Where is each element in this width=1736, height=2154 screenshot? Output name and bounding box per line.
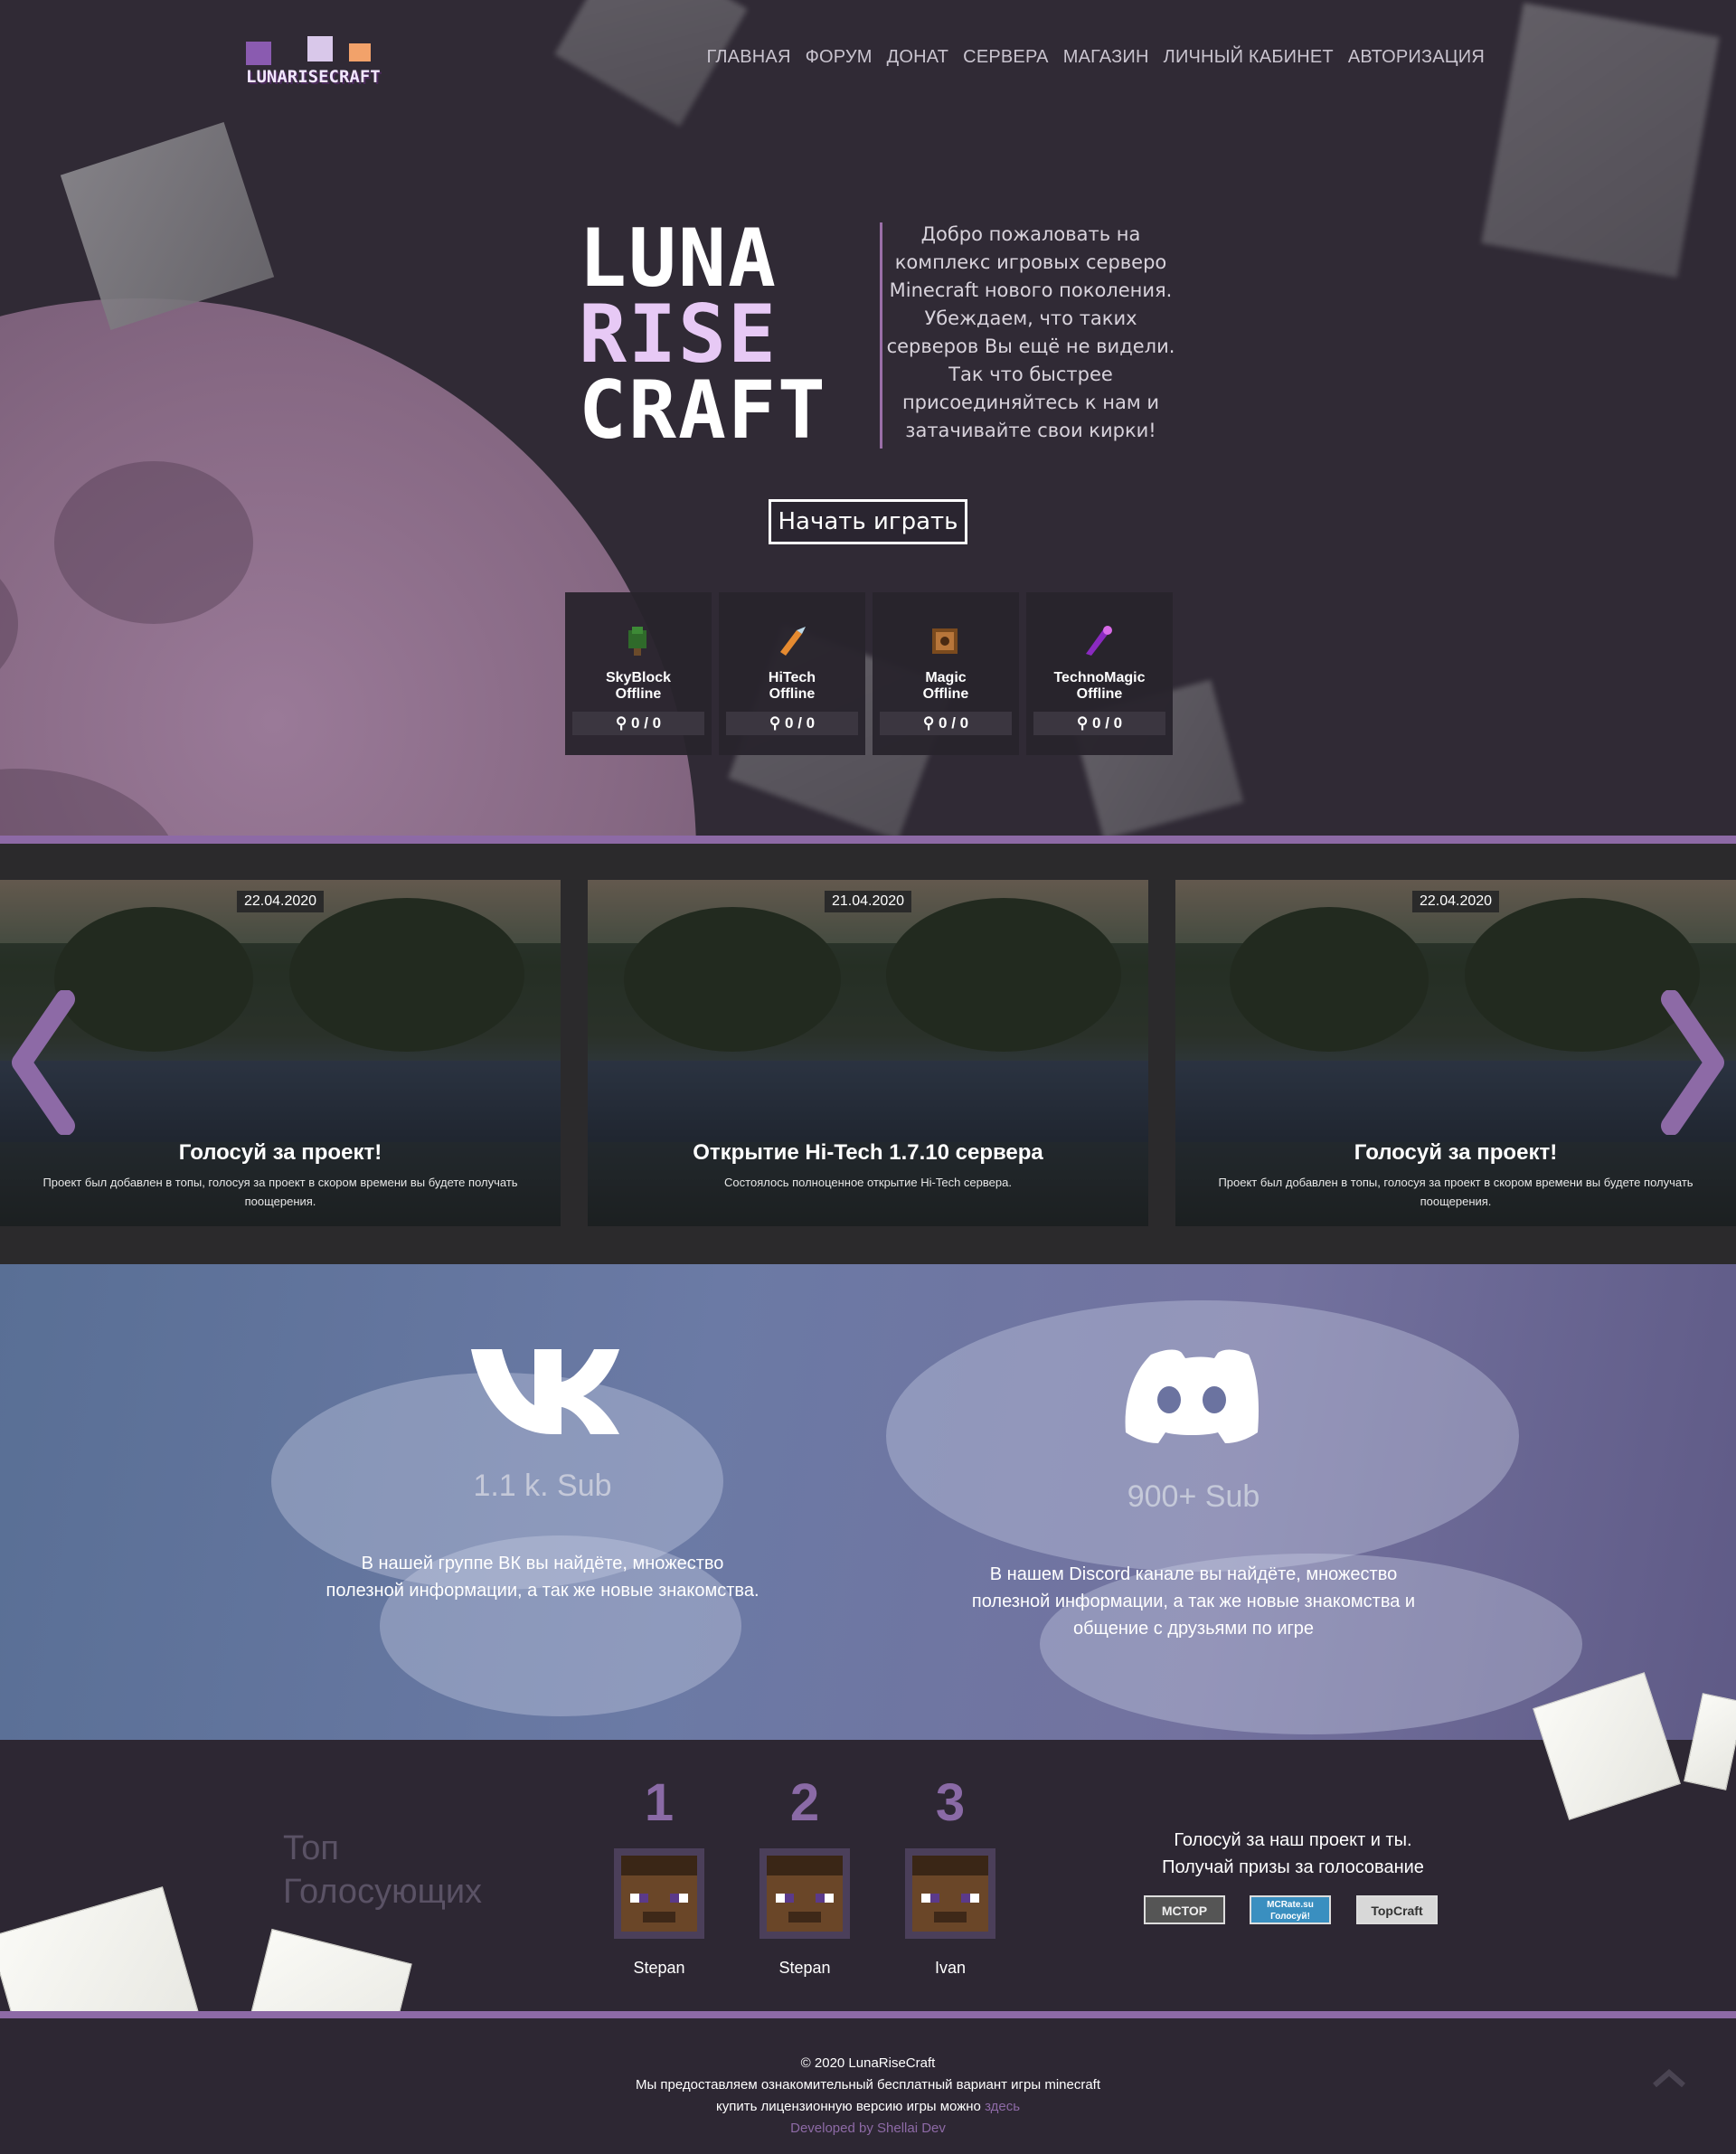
nav-donate[interactable]: ДОНАТ	[887, 47, 949, 68]
news-date: 22.04.2020	[1411, 891, 1500, 912]
avatar	[614, 1848, 704, 1939]
tree-icon	[628, 627, 646, 656]
carousel-next-arrow[interactable]	[1655, 990, 1727, 1135]
start-play-button[interactable]: Начать играть	[769, 499, 967, 544]
discord-subscribers: 900+ Sub	[1127, 1479, 1260, 1514]
wand-icon	[1086, 626, 1112, 656]
main-nav: ГЛАВНАЯ ФОРУМ ДОНАТ СЕРВЕРА МАГАЗИН ЛИЧН…	[706, 47, 1485, 68]
server-status: Offline	[769, 686, 816, 702]
copyright: © 2020 LunaRiseCraft	[800, 2055, 936, 2071]
news-section: 22.04.2020 Голосуй за проект! Проект был…	[0, 844, 1736, 1264]
cube-decoration	[60, 122, 275, 330]
news-desc: Проект был добавлен в топы, голосуя за п…	[42, 1176, 518, 1208]
voter-rank: 3	[935, 1773, 966, 1832]
server-card[interactable]: TechnoMagic Offline ⚲ 0 / 0	[1026, 592, 1173, 755]
nav-servers[interactable]: СЕРВЕРА	[963, 47, 1049, 68]
voter-name: Ivan	[934, 1959, 967, 1977]
topcraft-badge[interactable]: TopCraft	[1356, 1895, 1438, 1924]
footer-disclaimer: Мы предоставляем ознакомительный бесплат…	[635, 2077, 1101, 2093]
vote-promo-text: Голосуй за наш проект и ты. Получай приз…	[1162, 1830, 1424, 1877]
section-divider	[0, 836, 1736, 844]
server-list: SkyBlock Offline ⚲ 0 / 0 HiTech Offline …	[565, 592, 1173, 755]
book-icon	[932, 628, 958, 654]
server-card[interactable]: HiTech Offline ⚲ 0 / 0	[719, 592, 865, 755]
hero-word-rise: RISE	[579, 288, 778, 381]
voter-rank: 2	[789, 1773, 820, 1832]
server-name: SkyBlock	[605, 670, 672, 685]
mctop-badge[interactable]: MCTOP	[1144, 1895, 1225, 1924]
server-status: Offline	[1076, 686, 1123, 702]
server-online: ⚲ 0 / 0	[1033, 712, 1165, 735]
vk-description: В нашей группе ВК вы найдёте, множество …	[326, 1554, 760, 1601]
page: LUNARISECRAFT ГЛАВНАЯ ФОРУМ ДОНАТ СЕРВЕР…	[0, 0, 1736, 2154]
voter-name: Stepan	[778, 1959, 831, 1977]
server-status: Offline	[615, 686, 662, 702]
nav-login[interactable]: АВТОРИЗАЦИЯ	[1348, 47, 1485, 68]
news-date: 22.04.2020	[236, 891, 325, 912]
nav-forum[interactable]: ФОРУМ	[806, 47, 873, 68]
server-name: TechnoMagic	[1053, 670, 1146, 685]
avatar	[760, 1848, 850, 1939]
discord-icon[interactable]	[1124, 1346, 1260, 1445]
server-card[interactable]: SkyBlock Offline ⚲ 0 / 0	[565, 592, 712, 755]
server-online: ⚲ 0 / 0	[572, 712, 704, 735]
server-status: Offline	[922, 686, 969, 702]
news-card[interactable]: 22.04.2020 Голосуй за проект! Проект был…	[0, 880, 561, 1226]
section-divider	[0, 2011, 1736, 2018]
news-card[interactable]: 21.04.2020 Открытие Hi-Tech 1.7.10 серве…	[588, 880, 1148, 1226]
welcome-text: Добро пожаловать на комплекс игровых сер…	[886, 223, 1175, 441]
server-online: ⚲ 0 / 0	[726, 712, 858, 735]
avatar	[905, 1848, 995, 1939]
news-title: Открытие Hi-Tech 1.7.10 сервера	[693, 1140, 1043, 1165]
discord-description: В нашем Discord канале вы найдёте, множе…	[971, 1564, 1416, 1639]
top-voters-title: Топ Голосующих	[283, 1829, 483, 1911]
developer-credit: Developed by Shellai Dev	[790, 2121, 946, 2136]
server-name: Magic	[925, 670, 967, 685]
carousel-prev-arrow[interactable]	[9, 990, 81, 1135]
nav-shop[interactable]: МАГАЗИН	[1063, 47, 1149, 68]
hero-word-craft: CRAFT	[579, 364, 827, 457]
news-date: 21.04.2020	[824, 891, 912, 912]
hero-word-luna: LUNA	[579, 212, 778, 305]
news-desc: Проект был добавлен в топы, голосуя за п…	[1218, 1176, 1694, 1208]
voter-name: Stepan	[633, 1959, 685, 1977]
news-title: Голосуй за проект!	[178, 1140, 382, 1165]
hero-divider	[880, 222, 882, 449]
logo-text: LUNARISECRAFT	[246, 67, 381, 87]
vk-subscribers: 1.1 k. Sub	[473, 1469, 612, 1503]
drill-icon	[780, 627, 806, 656]
scroll-top-icon[interactable]	[1651, 2067, 1687, 2089]
server-online: ⚲ 0 / 0	[880, 712, 1012, 735]
nav-account[interactable]: ЛИЧНЫЙ КАБИНЕТ	[1164, 47, 1334, 68]
vk-icon[interactable]	[467, 1346, 621, 1436]
license-link[interactable]: здесь	[985, 2099, 1020, 2114]
site-header: LUNARISECRAFT ГЛАВНАЯ ФОРУМ ДОНАТ СЕРВЕР…	[0, 0, 1736, 118]
news-title: Голосуй за проект!	[1354, 1140, 1558, 1165]
server-card[interactable]: Magic Offline ⚲ 0 / 0	[873, 592, 1019, 755]
footer-license-line: купить лицензионную версию игры можно зд…	[715, 2099, 1021, 2114]
mcrate-badge[interactable]: MCRate.su Голосуй!	[1250, 1895, 1331, 1924]
server-name: HiTech	[768, 670, 816, 685]
news-desc: Состоялось полноценное открытие Hi-Tech …	[724, 1176, 1012, 1189]
social-section	[0, 1264, 1736, 1740]
site-footer: © 2020 LunaRiseCraft Мы предоставляем оз…	[0, 2018, 1736, 2154]
news-card[interactable]: 22.04.2020 Голосуй за проект! Проект был…	[1175, 880, 1736, 1226]
hero-section: LUNARISECRAFT ГЛАВНАЯ ФОРУМ ДОНАТ СЕРВЕР…	[0, 0, 1736, 836]
nav-home[interactable]: ГЛАВНАЯ	[706, 47, 790, 68]
voter-rank: 1	[644, 1773, 675, 1832]
site-logo[interactable]: LUNARISECRAFT	[244, 33, 398, 89]
